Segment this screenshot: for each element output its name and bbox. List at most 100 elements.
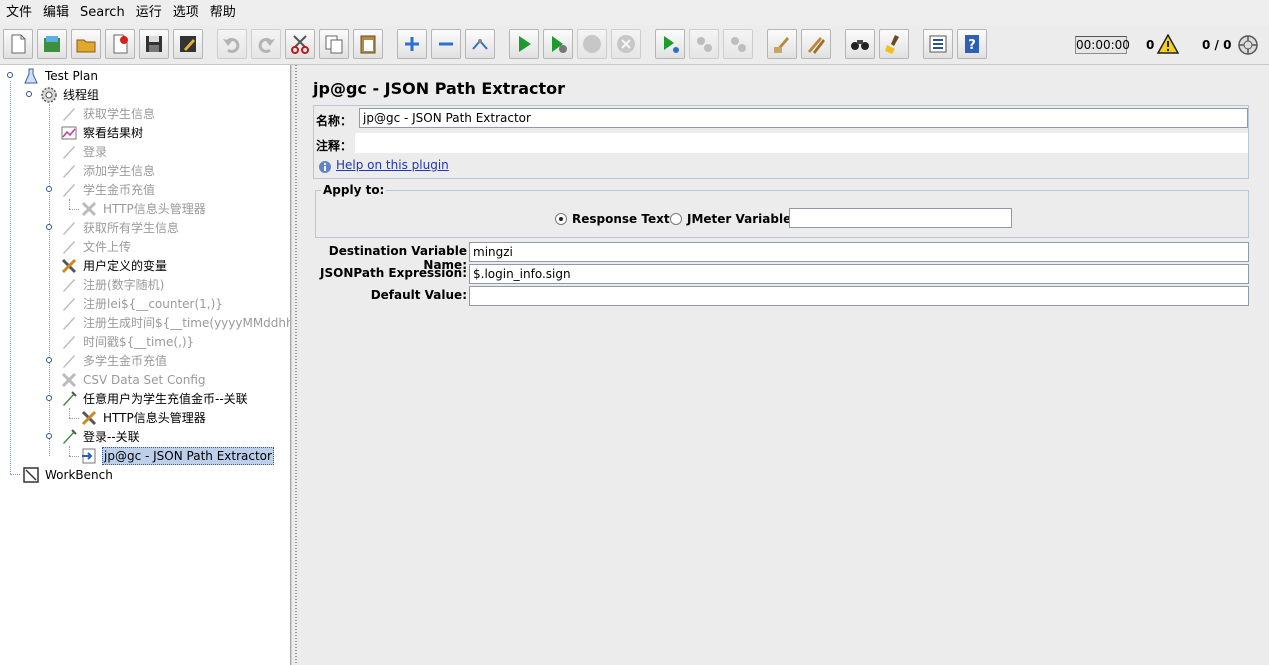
response-text-radio[interactable]: [555, 213, 567, 225]
menu-edit[interactable]: 编辑: [37, 0, 74, 25]
clear-button[interactable]: [767, 29, 797, 59]
tree-node-sampler[interactable]: 登录--关联: [60, 427, 141, 446]
collapse-button[interactable]: [431, 29, 461, 59]
expand-toggle[interactable]: [46, 395, 52, 401]
remote-shutdown-button[interactable]: [723, 29, 753, 59]
tree-connector: [69, 199, 70, 209]
divider-grip: [295, 65, 297, 665]
stop-button[interactable]: [577, 29, 607, 59]
paste-button[interactable]: [353, 29, 383, 59]
start-no-pause-icon: [552, 36, 567, 53]
comment-field[interactable]: [355, 133, 1248, 153]
search-button[interactable]: [845, 29, 875, 59]
tree-node-extractor[interactable]: jp@gc - JSON Path Extractor: [80, 446, 274, 465]
tree-node-listener[interactable]: 察看结果树: [60, 123, 144, 142]
remote-shutdown-icon: [731, 37, 746, 52]
name-label: 名称：: [316, 114, 353, 128]
jmeter-variable-input[interactable]: [789, 208, 1012, 228]
tree-connector: [69, 209, 79, 210]
tree-node-sampler[interactable]: 时间戳${__time(,)}: [60, 332, 195, 351]
tree-node-config[interactable]: HTTP信息头管理器: [80, 199, 207, 218]
tree-node-config[interactable]: 用户定义的变量: [60, 256, 168, 275]
sampler-icon: [63, 316, 75, 330]
destination-variable-input[interactable]: mingzi: [469, 242, 1249, 262]
cut-button[interactable]: [285, 29, 315, 59]
warning-icon[interactable]: [1157, 34, 1179, 54]
start-button[interactable]: [509, 29, 539, 59]
expand-toggle[interactable]: [7, 72, 13, 78]
comment-label: 注释：: [316, 139, 353, 153]
expand-toggle[interactable]: [46, 224, 52, 230]
start-no-pause-button[interactable]: [543, 29, 573, 59]
help-link[interactable]: Help on this plugin: [336, 158, 449, 172]
tree-node-thread-group[interactable]: 线程组: [40, 85, 100, 104]
expand-toggle[interactable]: [46, 186, 52, 192]
expand-toggle[interactable]: [46, 433, 52, 439]
expand-button[interactable]: [397, 29, 427, 59]
tree-node-sampler[interactable]: 学生金币充值: [60, 180, 156, 199]
tree-node-label: 文件上传: [83, 239, 132, 254]
jsonpath-expression-label: JSONPath Expression:: [320, 266, 467, 280]
jmeter-variable-label: JMeter Variable:: [687, 212, 797, 226]
tree-node-label: 获取学生信息: [83, 106, 156, 121]
help-button[interactable]: ?: [957, 29, 987, 59]
jsonpath-expression-input[interactable]: $.login_info.sign: [469, 264, 1249, 284]
default-value-input[interactable]: [469, 286, 1249, 306]
new-button[interactable]: [3, 29, 33, 59]
templates-button[interactable]: [37, 29, 67, 59]
gear-icon: [41, 86, 57, 103]
menu-options[interactable]: 选项: [167, 0, 204, 25]
sampler-icon: [63, 164, 75, 178]
remote-start-icon: [664, 36, 679, 53]
tree-connector: [10, 81, 11, 474]
extractor-icon: [82, 448, 96, 463]
tree-node-sampler[interactable]: 获取所有学生信息: [60, 218, 180, 237]
menu-run[interactable]: 运行: [130, 0, 167, 25]
tree-node-sampler[interactable]: 文件上传: [60, 237, 132, 256]
copy-button[interactable]: [319, 29, 349, 59]
remote-start-button[interactable]: [655, 29, 685, 59]
toggle-button[interactable]: [465, 29, 495, 59]
tree-node-config[interactable]: CSV Data Set Config: [60, 370, 207, 389]
element-editor-panel: jp@gc - JSON Path Extractor 名称： jp@gc - …: [301, 65, 1269, 665]
jmeter-variable-radio[interactable]: [670, 213, 682, 225]
menu-help[interactable]: 帮助: [204, 0, 241, 25]
reset-search-button[interactable]: [879, 29, 909, 59]
tree-node-test-plan[interactable]: Test Plan: [22, 66, 99, 85]
tree-node-sampler[interactable]: 注册(数字随机): [60, 275, 165, 294]
clear-all-icon: [808, 37, 825, 54]
paste-icon: [360, 35, 376, 54]
tree-node-workbench[interactable]: WorkBench: [22, 465, 114, 484]
tree-node-label: Test Plan: [45, 68, 98, 83]
remote-stop-button[interactable]: [689, 29, 719, 59]
function-helper-button[interactable]: [923, 29, 953, 59]
tree-node-config[interactable]: HTTP信息头管理器: [80, 408, 207, 427]
apply-to-group: Apply to: Response Text JMeter Variable:: [315, 183, 1249, 238]
tree-connector: [69, 446, 70, 456]
tree-node-label: HTTP信息头管理器: [103, 201, 206, 216]
save-button[interactable]: [139, 29, 169, 59]
tree-node-sampler[interactable]: 登录: [60, 142, 108, 161]
expand-toggle[interactable]: [26, 91, 32, 97]
expand-toggle[interactable]: [46, 357, 52, 363]
close-button[interactable]: [105, 29, 135, 59]
tree-node-sampler[interactable]: 任意用户为学生充值金币--关联: [60, 389, 249, 408]
tree-node-sampler[interactable]: 注册生成时间${__time(yyyyMMddhhmm: [60, 313, 290, 332]
sampler-icon: [63, 145, 75, 159]
open-button[interactable]: [71, 29, 101, 59]
menu-search[interactable]: Search: [74, 0, 130, 25]
menu-file[interactable]: 文件: [0, 0, 37, 25]
name-field[interactable]: jp@gc - JSON Path Extractor: [359, 108, 1248, 128]
sampler-icon: [63, 335, 75, 349]
redo-button[interactable]: [251, 29, 281, 59]
shutdown-button[interactable]: [611, 29, 641, 59]
undo-button[interactable]: [217, 29, 247, 59]
test-plan-tree[interactable]: Test Plan 线程组 获取学生信息 察看结果树 登录 添加学生信息 学生金…: [0, 65, 291, 665]
tree-node-sampler[interactable]: 多学生金币充值: [60, 351, 168, 370]
tree-node-sampler[interactable]: 获取学生信息: [60, 104, 156, 123]
tree-node-sampler[interactable]: 添加学生信息: [60, 161, 156, 180]
tree-node-label: 用户定义的变量: [83, 258, 168, 273]
tree-node-sampler[interactable]: 注册lei${__counter(1,)}: [60, 294, 224, 313]
clear-all-button[interactable]: [801, 29, 831, 59]
save-as-button[interactable]: [173, 29, 203, 59]
